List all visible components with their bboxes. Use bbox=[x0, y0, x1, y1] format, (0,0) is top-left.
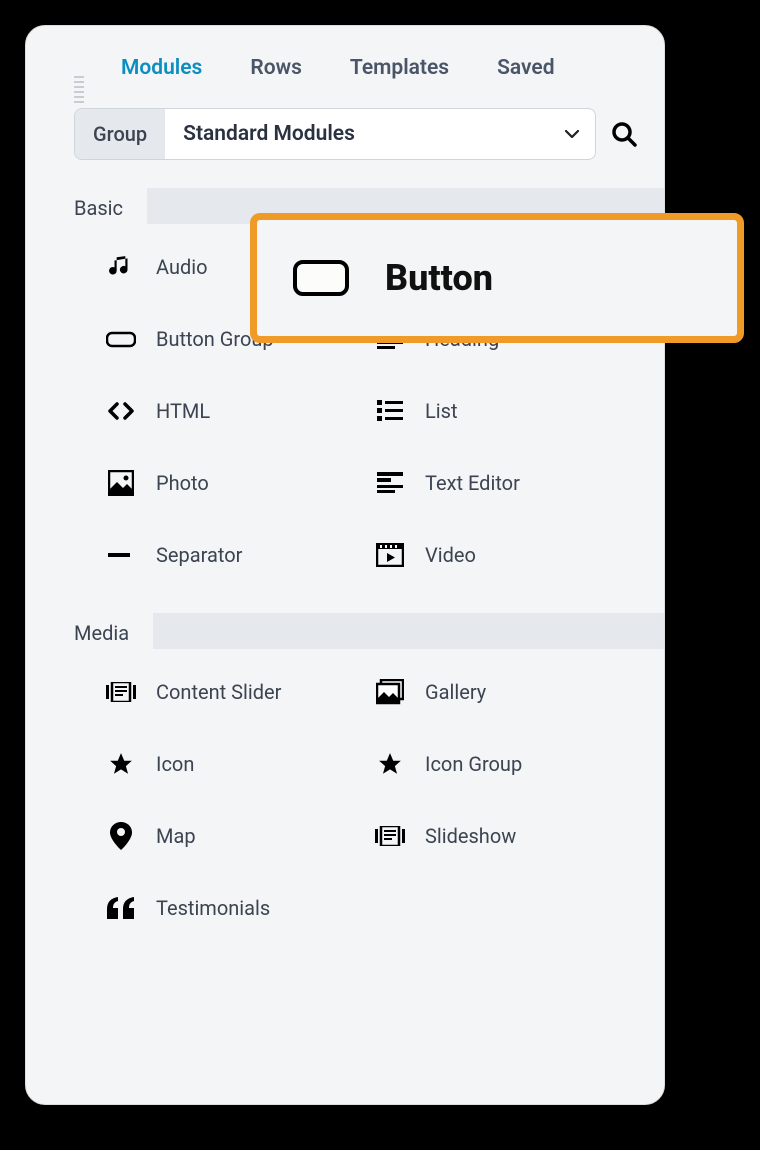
audio-icon bbox=[106, 253, 136, 281]
tab-templates[interactable]: Templates bbox=[350, 56, 449, 80]
module-separator[interactable]: Separator bbox=[106, 541, 375, 569]
module-grid-media: Content Slider Gallery Icon Icon Group M bbox=[26, 654, 664, 932]
module-testimonials[interactable]: Testimonials bbox=[106, 894, 375, 922]
section-filler bbox=[153, 613, 664, 649]
module-label: Audio bbox=[156, 255, 208, 279]
module-label: Text Editor bbox=[425, 471, 520, 495]
module-label: Video bbox=[425, 543, 476, 567]
module-icon[interactable]: Icon bbox=[106, 750, 375, 778]
group-value: Standard Modules bbox=[165, 122, 549, 146]
module-label: Slideshow bbox=[425, 824, 516, 848]
tab-saved[interactable]: Saved bbox=[497, 56, 554, 80]
text-editor-icon bbox=[375, 469, 405, 497]
content-slider-icon bbox=[106, 678, 136, 706]
group-label: Group bbox=[75, 109, 165, 159]
module-video[interactable]: Video bbox=[375, 541, 644, 569]
module-label: Photo bbox=[156, 471, 209, 495]
module-label: Content Slider bbox=[156, 680, 281, 704]
module-gallery[interactable]: Gallery bbox=[375, 678, 644, 706]
chevron-down-icon bbox=[549, 130, 595, 138]
tab-modules[interactable]: Modules bbox=[121, 56, 202, 80]
module-label: Map bbox=[156, 824, 196, 848]
star-icon bbox=[106, 750, 136, 778]
modules-panel: Modules Rows Templates Saved Group Stand… bbox=[25, 25, 665, 1105]
gallery-icon bbox=[375, 678, 405, 706]
section-title: Media bbox=[26, 613, 153, 654]
module-html[interactable]: HTML bbox=[106, 397, 375, 425]
button-group-icon bbox=[106, 325, 136, 353]
search-icon[interactable] bbox=[608, 118, 640, 150]
button-icon bbox=[293, 260, 349, 296]
module-label: Icon Group bbox=[425, 752, 522, 776]
list-icon bbox=[375, 397, 405, 425]
photo-icon bbox=[106, 469, 136, 497]
module-map[interactable]: Map bbox=[106, 822, 375, 850]
callout-label: Button bbox=[385, 257, 493, 299]
module-photo[interactable]: Photo bbox=[106, 469, 375, 497]
star-icon bbox=[375, 750, 405, 778]
module-icon-group[interactable]: Icon Group bbox=[375, 750, 644, 778]
drag-handle-icon[interactable] bbox=[74, 76, 84, 112]
module-label: List bbox=[425, 399, 458, 423]
group-select[interactable]: Group Standard Modules bbox=[74, 108, 596, 160]
video-icon bbox=[375, 541, 405, 569]
module-content-slider[interactable]: Content Slider bbox=[106, 678, 375, 706]
separator-icon bbox=[106, 541, 136, 569]
section-header-media: Media bbox=[26, 613, 664, 654]
html-icon bbox=[106, 397, 136, 425]
slideshow-icon bbox=[375, 822, 405, 850]
section-title: Basic bbox=[26, 188, 147, 229]
module-label: Separator bbox=[156, 543, 242, 567]
panel-tabs: Modules Rows Templates Saved bbox=[26, 26, 664, 80]
map-pin-icon bbox=[106, 822, 136, 850]
module-text-editor[interactable]: Text Editor bbox=[375, 469, 644, 497]
module-label: Gallery bbox=[425, 680, 486, 704]
tab-rows[interactable]: Rows bbox=[250, 56, 302, 80]
module-list[interactable]: List bbox=[375, 397, 644, 425]
module-label: HTML bbox=[156, 399, 210, 423]
module-label: Icon bbox=[156, 752, 194, 776]
toolbar: Group Standard Modules bbox=[74, 108, 640, 160]
module-label: Testimonials bbox=[156, 896, 270, 920]
quote-icon bbox=[106, 894, 136, 922]
highlighted-module-button[interactable]: Button bbox=[250, 213, 744, 343]
module-slideshow[interactable]: Slideshow bbox=[375, 822, 644, 850]
